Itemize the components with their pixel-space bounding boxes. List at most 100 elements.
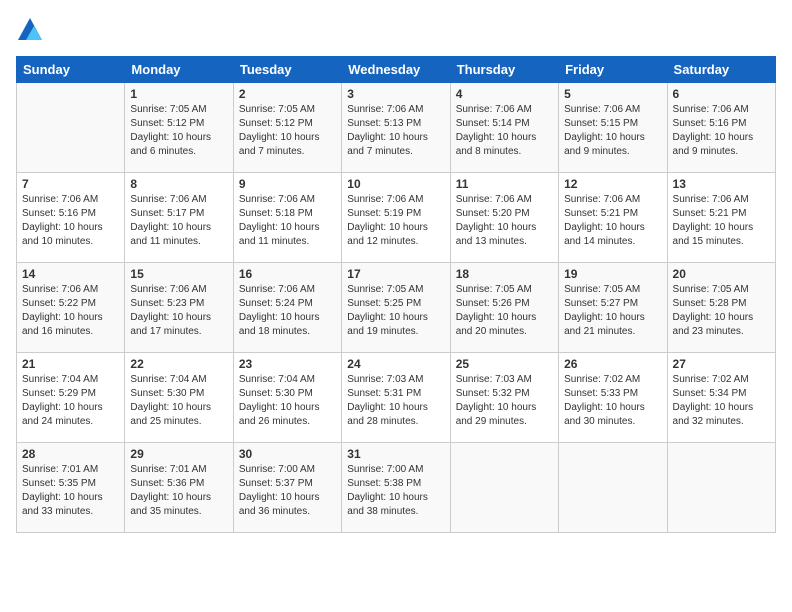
day-info: Sunrise: 7:06 AMSunset: 5:16 PMDaylight:… [22, 193, 119, 249]
day-number: 7 [22, 177, 119, 191]
calendar-cell: 16Sunrise: 7:06 AMSunset: 5:24 PMDayligh… [233, 263, 341, 353]
col-header-tuesday: Tuesday [233, 57, 341, 83]
day-info: Sunrise: 7:06 AMSunset: 5:16 PMDaylight:… [673, 103, 770, 159]
day-number: 23 [239, 357, 336, 371]
calendar-cell: 13Sunrise: 7:06 AMSunset: 5:21 PMDayligh… [667, 173, 775, 263]
day-number: 29 [130, 447, 227, 461]
col-header-sunday: Sunday [17, 57, 125, 83]
day-info: Sunrise: 7:06 AMSunset: 5:15 PMDaylight:… [564, 103, 661, 159]
calendar-cell: 2Sunrise: 7:05 AMSunset: 5:12 PMDaylight… [233, 83, 341, 173]
calendar-week-row: 21 Sunrise: 7:04 AMSunset: 5:29 PMDayligh… [17, 353, 776, 443]
day-number: 10 [347, 177, 444, 191]
calendar-cell: 4 Sunrise: 7:06 AMSunset: 5:14 PMDaylight… [450, 83, 558, 173]
day-info: Sunrise: 7:02 AMSunset: 5:34 PMDaylight:… [673, 373, 770, 429]
day-number: 19 [564, 267, 661, 281]
day-info: Sunrise: 7:03 AMSunset: 5:31 PMDaylight:… [347, 373, 444, 429]
calendar-cell: 15 Sunrise: 7:06 AMSunset: 5:23 PMDayligh… [125, 263, 233, 353]
calendar-week-row: 14 Sunrise: 7:06 AMSunset: 5:22 PMDayligh… [17, 263, 776, 353]
calendar-week-row: 1 Sunrise: 7:05 AMSunset: 5:12 PMDaylight… [17, 83, 776, 173]
calendar-cell: 12 Sunrise: 7:06 AMSunset: 5:21 PMDayligh… [559, 173, 667, 263]
day-number: 15 [130, 267, 227, 281]
logo [16, 16, 48, 44]
day-number: 30 [239, 447, 336, 461]
calendar-cell: 17 Sunrise: 7:05 AMSunset: 5:25 PMDayligh… [342, 263, 450, 353]
calendar-cell [667, 443, 775, 533]
day-info: Sunrise: 7:05 AMSunset: 5:27 PMDaylight:… [564, 283, 661, 339]
calendar-cell: 29 Sunrise: 7:01 AMSunset: 5:36 PMDayligh… [125, 443, 233, 533]
day-number: 31 [347, 447, 444, 461]
calendar-cell: 11 Sunrise: 7:06 AMSunset: 5:20 PMDayligh… [450, 173, 558, 263]
calendar-table: SundayMondayTuesdayWednesdayThursdayFrid… [16, 56, 776, 533]
day-info: Sunrise: 7:02 AMSunset: 5:33 PMDaylight:… [564, 373, 661, 429]
calendar-cell: 1 Sunrise: 7:05 AMSunset: 5:12 PMDaylight… [125, 83, 233, 173]
day-info: Sunrise: 7:04 AMSunset: 5:29 PMDaylight:… [22, 373, 119, 429]
day-info: Sunrise: 7:00 AMSunset: 5:38 PMDaylight:… [347, 463, 444, 519]
calendar-cell: 21 Sunrise: 7:04 AMSunset: 5:29 PMDayligh… [17, 353, 125, 443]
calendar-cell: 3 Sunrise: 7:06 AMSunset: 5:13 PMDaylight… [342, 83, 450, 173]
day-number: 21 [22, 357, 119, 371]
col-header-wednesday: Wednesday [342, 57, 450, 83]
day-info: Sunrise: 7:05 AMSunset: 5:12 PMDaylight:… [130, 103, 227, 159]
day-number: 12 [564, 177, 661, 191]
day-number: 17 [347, 267, 444, 281]
calendar-cell: 31 Sunrise: 7:00 AMSunset: 5:38 PMDayligh… [342, 443, 450, 533]
day-info: Sunrise: 7:06 AMSunset: 5:21 PMDaylight:… [564, 193, 661, 249]
calendar-cell: 5 Sunrise: 7:06 AMSunset: 5:15 PMDaylight… [559, 83, 667, 173]
calendar-cell: 22Sunrise: 7:04 AMSunset: 5:30 PMDayligh… [125, 353, 233, 443]
calendar-cell: 19 Sunrise: 7:05 AMSunset: 5:27 PMDayligh… [559, 263, 667, 353]
day-number: 26 [564, 357, 661, 371]
day-info: Sunrise: 7:06 AMSunset: 5:18 PMDaylight:… [239, 193, 336, 249]
day-info: Sunrise: 7:06 AMSunset: 5:14 PMDaylight:… [456, 103, 553, 159]
day-info: Sunrise: 7:06 AMSunset: 5:22 PMDaylight:… [22, 283, 119, 339]
day-number: 11 [456, 177, 553, 191]
day-info: Sunrise: 7:04 AMSunset: 5:30 PMDaylight:… [130, 373, 227, 429]
day-number: 24 [347, 357, 444, 371]
calendar-cell: 6 Sunrise: 7:06 AMSunset: 5:16 PMDaylight… [667, 83, 775, 173]
day-info: Sunrise: 7:06 AMSunset: 5:19 PMDaylight:… [347, 193, 444, 249]
day-info: Sunrise: 7:00 AMSunset: 5:37 PMDaylight:… [239, 463, 336, 519]
calendar-cell: 30 Sunrise: 7:00 AMSunset: 5:37 PMDayligh… [233, 443, 341, 533]
day-info: Sunrise: 7:06 AMSunset: 5:13 PMDaylight:… [347, 103, 444, 159]
calendar-cell: 9 Sunrise: 7:06 AMSunset: 5:18 PMDaylight… [233, 173, 341, 263]
day-info: Sunrise: 7:01 AMSunset: 5:35 PMDaylight:… [22, 463, 119, 519]
day-number: 5 [564, 87, 661, 101]
day-number: 9 [239, 177, 336, 191]
day-number: 1 [130, 87, 227, 101]
calendar-cell: 25 Sunrise: 7:03 AMSunset: 5:32 PMDayligh… [450, 353, 558, 443]
day-number: 13 [673, 177, 770, 191]
day-info: Sunrise: 7:06 AMSunset: 5:20 PMDaylight:… [456, 193, 553, 249]
day-info: Sunrise: 7:05 AMSunset: 5:28 PMDaylight:… [673, 283, 770, 339]
col-header-friday: Friday [559, 57, 667, 83]
page-header [16, 16, 776, 44]
day-info: Sunrise: 7:01 AMSunset: 5:36 PMDaylight:… [130, 463, 227, 519]
calendar-cell: 10 Sunrise: 7:06 AMSunset: 5:19 PMDayligh… [342, 173, 450, 263]
day-number: 28 [22, 447, 119, 461]
day-number: 27 [673, 357, 770, 371]
day-info: Sunrise: 7:04 AMSunset: 5:30 PMDaylight:… [239, 373, 336, 429]
calendar-cell: 8 Sunrise: 7:06 AMSunset: 5:17 PMDaylight… [125, 173, 233, 263]
day-number: 14 [22, 267, 119, 281]
calendar-cell [450, 443, 558, 533]
calendar-cell: 18Sunrise: 7:05 AMSunset: 5:26 PMDayligh… [450, 263, 558, 353]
calendar-cell: 27 Sunrise: 7:02 AMSunset: 5:34 PMDayligh… [667, 353, 775, 443]
day-number: 18 [456, 267, 553, 281]
day-info: Sunrise: 7:06 AMSunset: 5:23 PMDaylight:… [130, 283, 227, 339]
day-number: 6 [673, 87, 770, 101]
calendar-week-row: 7 Sunrise: 7:06 AMSunset: 5:16 PMDaylight… [17, 173, 776, 263]
col-header-monday: Monday [125, 57, 233, 83]
calendar-week-row: 28 Sunrise: 7:01 AMSunset: 5:35 PMDayligh… [17, 443, 776, 533]
calendar-cell: 7 Sunrise: 7:06 AMSunset: 5:16 PMDaylight… [17, 173, 125, 263]
day-number: 8 [130, 177, 227, 191]
day-info: Sunrise: 7:06 AMSunset: 5:24 PMDaylight:… [239, 283, 336, 339]
day-number: 4 [456, 87, 553, 101]
calendar-cell: 20 Sunrise: 7:05 AMSunset: 5:28 PMDayligh… [667, 263, 775, 353]
day-info: Sunrise: 7:06 AMSunset: 5:17 PMDaylight:… [130, 193, 227, 249]
calendar-cell [17, 83, 125, 173]
day-info: Sunrise: 7:05 AMSunset: 5:25 PMDaylight:… [347, 283, 444, 339]
day-number: 20 [673, 267, 770, 281]
calendar-cell: 26 Sunrise: 7:02 AMSunset: 5:33 PMDayligh… [559, 353, 667, 443]
day-number: 25 [456, 357, 553, 371]
day-info: Sunrise: 7:03 AMSunset: 5:32 PMDaylight:… [456, 373, 553, 429]
day-number: 3 [347, 87, 444, 101]
day-number: 2 [239, 87, 336, 101]
